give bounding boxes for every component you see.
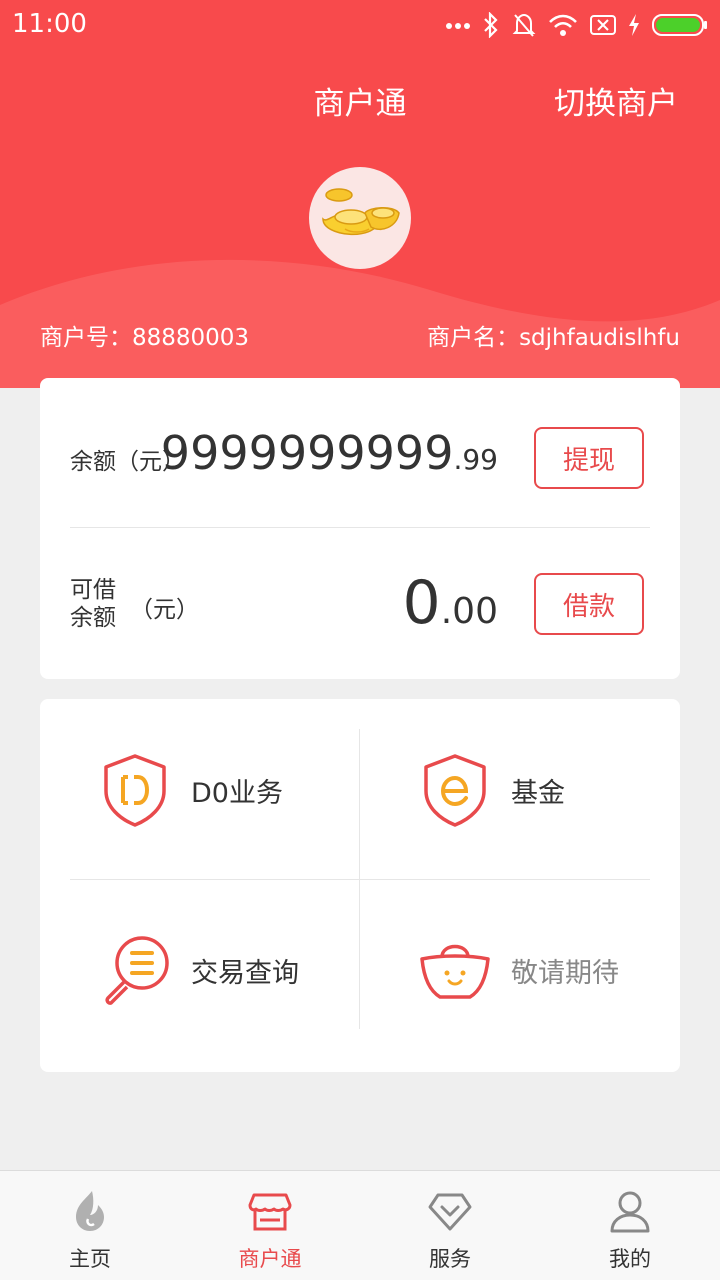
balance-amount-int: 9999999999 <box>160 426 454 480</box>
gold-ingot-icon <box>322 188 400 235</box>
status-icons <box>446 10 708 40</box>
tab-mine-label: 我的 <box>609 1247 651 1271</box>
merchant-name-value: sdjhfaudislhfu <box>519 325 680 351</box>
services-card: D0业务 基金 交易查询 敬请期待 <box>40 699 680 1072</box>
bottom-tab-bar: 主页 商户通 服务 我的 <box>0 1170 720 1280</box>
tab-merchant[interactable]: 商户通 <box>180 1171 360 1280</box>
tab-home-label: 主页 <box>69 1247 111 1271</box>
service-d0[interactable]: D0业务 <box>40 699 360 879</box>
merchant-name: 商户名：sdjhfaudislhfu <box>427 318 680 352</box>
loan-row: 可借 余额 （元） 0.00 借款 <box>70 528 650 678</box>
tab-service-label: 服务 <box>429 1247 471 1271</box>
service-d0-label: D0业务 <box>191 778 283 809</box>
shop-icon <box>248 1193 292 1231</box>
balance-amount-dec: .99 <box>453 443 498 476</box>
bluetooth-icon <box>484 12 498 38</box>
loan-unit: （元） <box>130 597 199 623</box>
service-coming-soon: 敬请期待 <box>360 879 680 1059</box>
service-transaction-query-label: 交易查询 <box>191 958 299 989</box>
balance-card: 余额（元） 9999999999.99 提现 可借 余额 （元） 0.00 借款 <box>40 378 680 679</box>
borrow-button[interactable]: 借款 <box>534 573 644 635</box>
merchant-name-label: 商户名： <box>427 325 520 351</box>
search-list-icon <box>105 936 169 1005</box>
service-fund[interactable]: 基金 <box>360 699 680 879</box>
fund-shield-icon <box>424 754 486 827</box>
no-sim-icon <box>590 15 616 35</box>
home-flame-icon <box>76 1191 104 1231</box>
service-fund-label: 基金 <box>511 778 565 809</box>
header: 11:00 商户通 切换商户 商户号：88880003 商户名：sdjhfaud… <box>0 0 720 388</box>
tab-mine[interactable]: 我的 <box>540 1171 720 1280</box>
service-transaction-query[interactable]: 交易查询 <box>40 879 360 1059</box>
user-icon <box>610 1191 650 1233</box>
diamond-icon <box>428 1193 472 1231</box>
merchant-avatar <box>309 167 411 269</box>
withdraw-button[interactable]: 提现 <box>534 427 644 489</box>
charging-bolt-icon <box>629 14 639 36</box>
balance-amount: 9999999999.99 <box>161 426 498 480</box>
mute-bell-icon <box>512 13 536 37</box>
more-dots-icon <box>446 23 470 29</box>
status-time: 11:00 <box>12 9 87 39</box>
battery-icon <box>652 14 707 36</box>
loan-label-line1: 可借 <box>70 577 116 603</box>
coming-soon-basket-icon <box>420 944 490 999</box>
tab-home[interactable]: 主页 <box>0 1171 180 1280</box>
merchant-id: 商户号：88880003 <box>40 318 249 352</box>
loan-amount: 0.00 <box>403 568 498 638</box>
merchant-id-value: 88880003 <box>132 325 250 351</box>
wifi-icon <box>549 14 577 36</box>
tab-merchant-label: 商户通 <box>238 1247 302 1271</box>
service-coming-soon-label: 敬请期待 <box>511 958 619 989</box>
loan-amount-int: 0 <box>402 568 441 638</box>
loan-label-line2: 余额 <box>70 605 116 631</box>
status-bar: 11:00 <box>0 0 720 50</box>
switch-merchant-button[interactable]: 切换商户 <box>554 78 678 123</box>
tab-service[interactable]: 服务 <box>360 1171 540 1280</box>
loan-amount-dec: .00 <box>440 591 498 632</box>
d0-shield-icon <box>104 754 166 827</box>
loan-label: 可借 余额 <box>70 576 130 632</box>
balance-row: 余额（元） 9999999999.99 提现 <box>70 378 650 528</box>
merchant-id-label: 商户号： <box>40 325 132 351</box>
